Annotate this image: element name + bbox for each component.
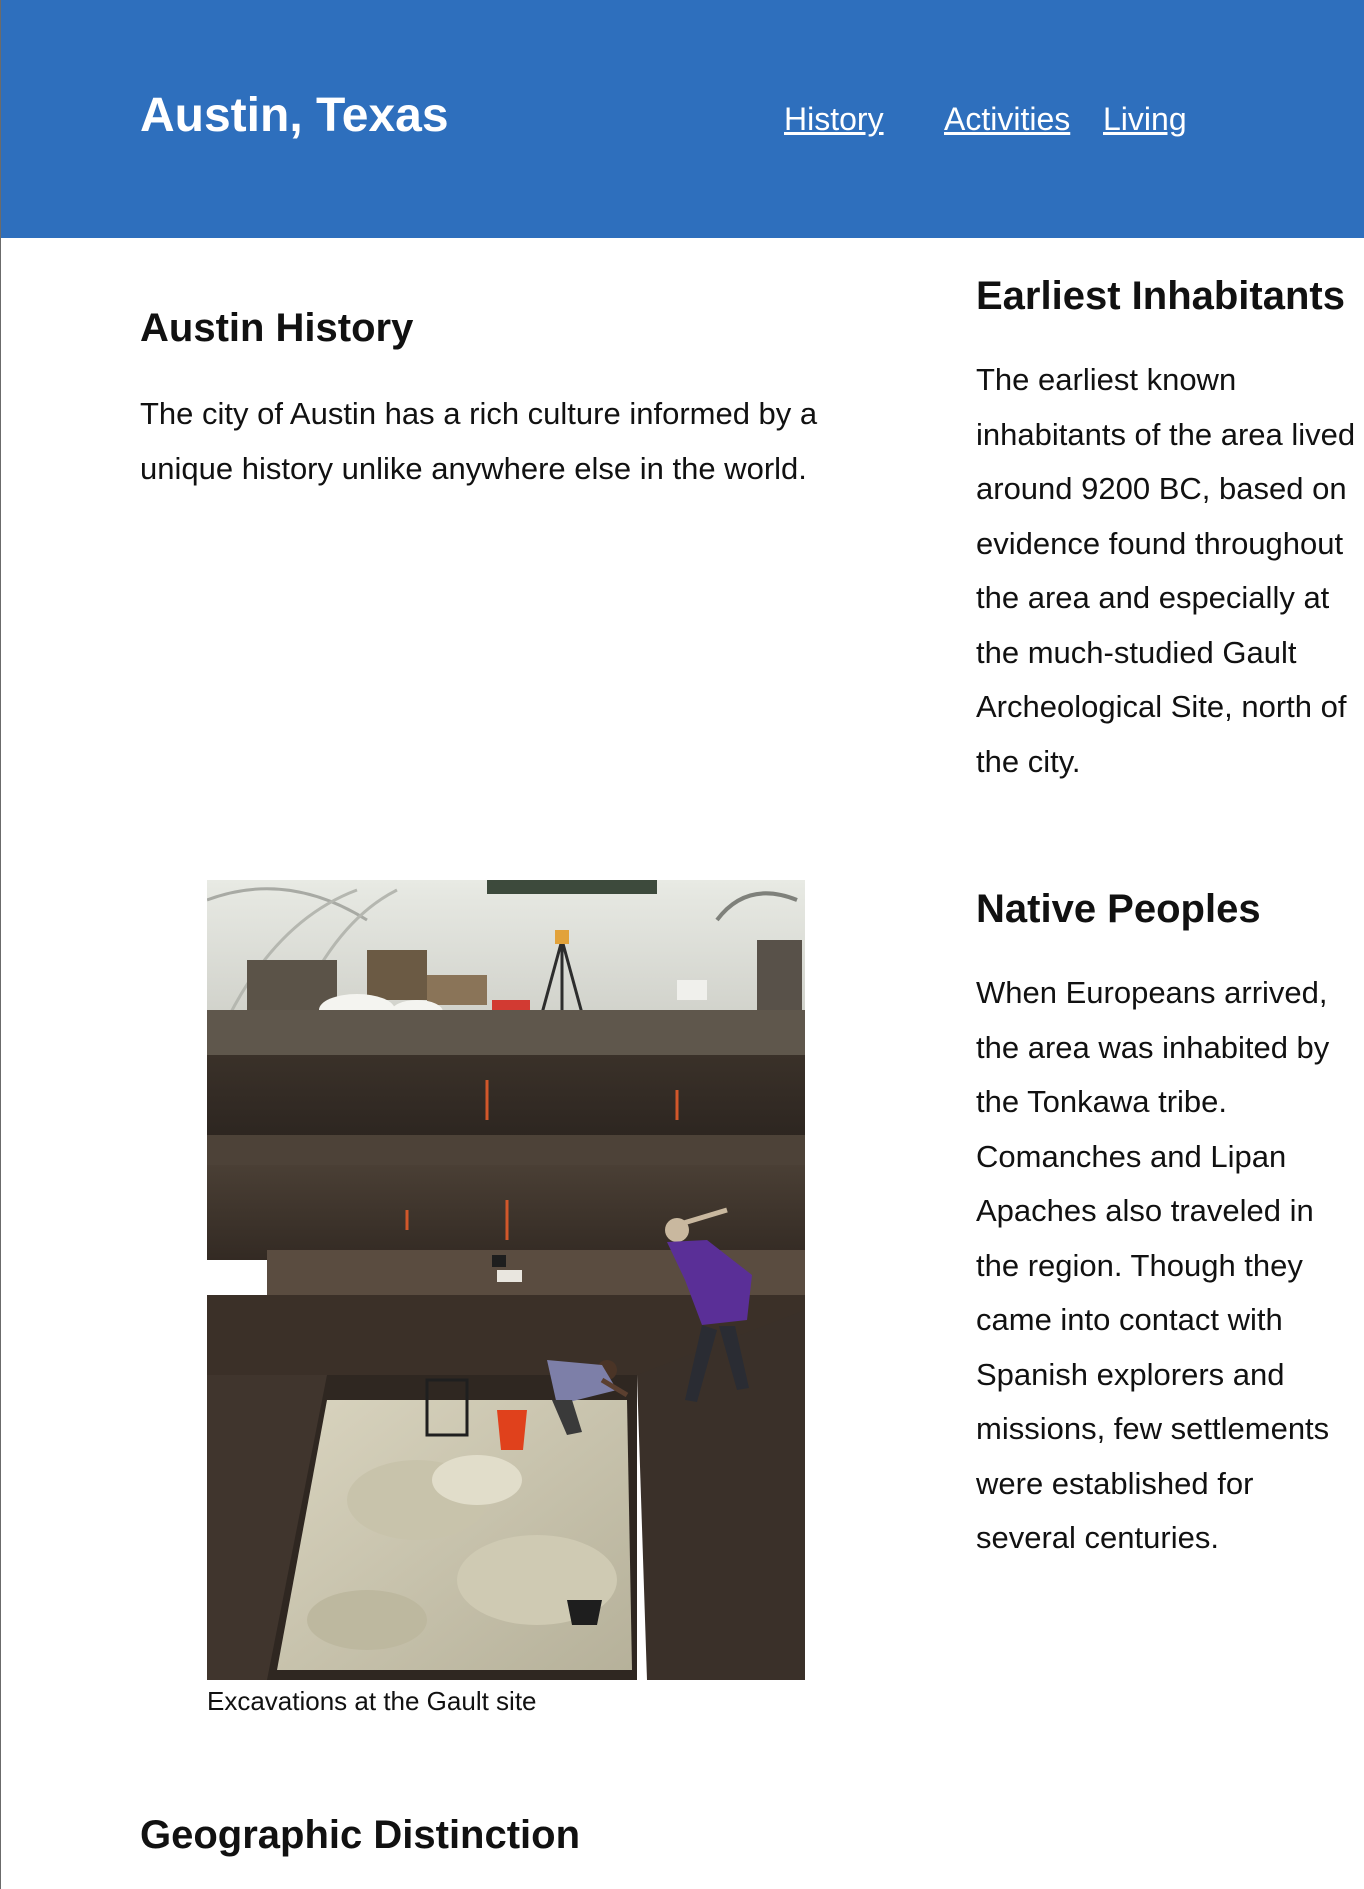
nav-link-activities[interactable]: Activities xyxy=(944,99,1070,139)
gault-excavation-figure: Excavations at the Gault site xyxy=(207,880,805,1718)
history-intro-text: The city of Austin has a rich culture in… xyxy=(140,396,818,486)
earliest-line: The earliest known xyxy=(976,362,1237,397)
native-line: Spanish explorers and xyxy=(976,1356,1285,1392)
figure-caption: Excavations at the Gault site xyxy=(207,1686,537,1716)
earliest-inhabitants-heading: Earliest Inhabitants xyxy=(976,274,1345,318)
native-line: When Europeans arrived, xyxy=(976,975,1328,1010)
native-peoples-text: When Europeans arrived, the area was inh… xyxy=(976,966,1364,1566)
gault-excavation-photo xyxy=(207,880,805,1680)
earliest-line: evidence found throughout xyxy=(976,525,1344,561)
site-header: Austin, Texas History Activities Living xyxy=(1,0,1364,238)
earliest-line: inhabitants of the area lived xyxy=(976,416,1356,452)
native-line: the area was inhabited by xyxy=(976,1029,1330,1065)
earliest-line: around 9200 BC, based on xyxy=(976,471,1347,506)
site-title: Austin, Texas xyxy=(140,89,449,142)
native-line: missions, few settlements xyxy=(976,1411,1330,1446)
native-line: several centuries. xyxy=(976,1520,1219,1555)
nav-link-history[interactable]: History xyxy=(784,99,884,139)
earliest-line: Archeological Site, north of xyxy=(976,689,1347,724)
native-line: the Tonkawa tribe. xyxy=(976,1084,1228,1119)
nav-link-living[interactable]: Living xyxy=(1103,99,1187,139)
geography-heading: Geographic Distinction xyxy=(140,1813,581,1857)
earliest-line: the city. xyxy=(976,743,1081,779)
page-left-border xyxy=(0,0,1,1889)
history-heading: Austin History xyxy=(140,306,414,350)
native-line: Apaches also traveled in xyxy=(976,1193,1314,1228)
native-line: Comanches and Lipan xyxy=(976,1138,1287,1174)
native-line: the region. Though they xyxy=(976,1247,1303,1283)
native-line: were established for xyxy=(976,1465,1254,1501)
earliest-line: the much-studied Gault xyxy=(976,634,1297,670)
earliest-line: the area and especially at xyxy=(976,580,1330,615)
native-line: came into contact with xyxy=(976,1302,1283,1337)
native-peoples-heading: Native Peoples xyxy=(976,887,1261,931)
earliest-inhabitants-text: The earliest known inhabitants of the ar… xyxy=(976,353,1364,789)
